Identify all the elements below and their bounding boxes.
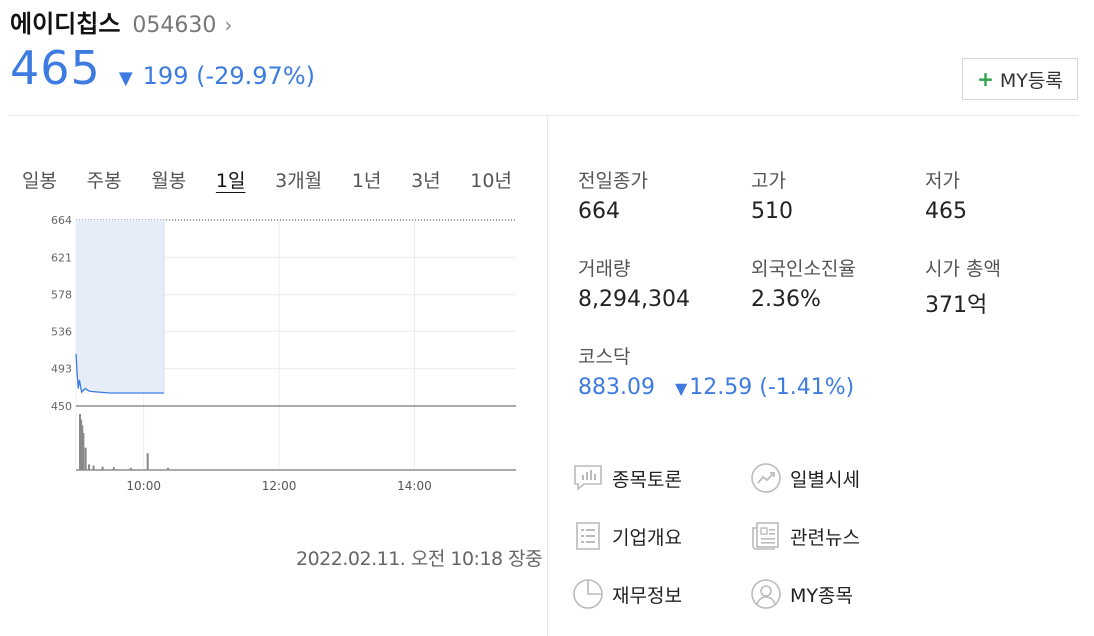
price-row: 465 ▼ 199 (-29.97%): [10, 41, 1078, 95]
y-tick-label: 664: [51, 214, 72, 227]
link-related-news[interactable]: 관련뉴스: [750, 520, 860, 552]
link-label: 종목토론: [612, 468, 682, 491]
stock-header: 에이디칩스 054630 › 465 ▼ 199 (-29.97%) + MY등…: [10, 4, 1078, 114]
stock-code: 054630: [132, 13, 217, 38]
intraday-chart[interactable]: 664 621 578 536 493 450 10:00 12:00 14:00: [40, 208, 530, 498]
link-discussion[interactable]: 종목토론: [572, 462, 682, 494]
stat-value: 664: [578, 199, 620, 224]
volume-bar: [129, 467, 132, 470]
timestamp: 2022.02.11. 오전 10:18 장중: [296, 548, 543, 570]
y-tick-label: 493: [51, 363, 72, 376]
stat-prev-close: 전일종가 664: [578, 166, 648, 224]
stat-label: 고가: [751, 170, 786, 192]
tab-10-years[interactable]: 10년: [470, 166, 512, 193]
stat-label: 저가: [925, 170, 960, 192]
y-tick-label: 621: [51, 251, 72, 264]
tab-weekly-candle[interactable]: 주봉: [87, 166, 122, 193]
volume-bar: [84, 447, 87, 470]
plus-icon: +: [977, 67, 994, 91]
down-arrow-icon: ▼: [118, 68, 133, 89]
list-document-icon: [572, 520, 604, 552]
volume-bar: [112, 467, 115, 470]
link-label: 일별시세: [790, 468, 860, 491]
volume-bar: [101, 466, 104, 470]
y-tick-label: 578: [51, 289, 72, 302]
intraday-chart-svg: 664 621 578 536 493 450 10:00 12:00 14:00: [51, 214, 516, 493]
pie-chart-icon: [572, 578, 604, 610]
link-label: 관련뉴스: [790, 526, 860, 549]
header-divider: [8, 115, 1078, 116]
stat-value: 2.36%: [751, 287, 821, 312]
stat-label: 거래량: [578, 258, 631, 280]
link-label: 기업개요: [612, 526, 682, 549]
stat-value: 371억: [925, 293, 988, 318]
user-icon: [750, 578, 782, 610]
link-company-overview[interactable]: 기업개요: [572, 520, 682, 552]
tab-1-day[interactable]: 1일: [216, 166, 246, 193]
stat-value: 510: [751, 199, 793, 224]
down-arrow-icon: ▼: [674, 379, 688, 398]
x-tick-label: 12:00: [262, 479, 297, 493]
x-tick-label: 10:00: [126, 479, 161, 493]
link-financial-info[interactable]: 재무정보: [572, 578, 682, 610]
stat-value: 465: [925, 199, 967, 224]
trend-up-icon: [750, 462, 782, 494]
tab-daily-candle[interactable]: 일봉: [22, 166, 57, 193]
stat-volume: 거래량 8,294,304: [578, 254, 690, 312]
price-area: [76, 220, 164, 393]
stat-label: 전일종가: [578, 170, 648, 192]
x-tick-label: 14:00: [397, 479, 432, 493]
period-tabs: 일봉 주봉 월봉 1일 3개월 1년 3년 10년: [22, 166, 512, 193]
stat-low: 저가 465: [925, 166, 967, 224]
y-tick-label: 536: [51, 325, 72, 338]
stock-name[interactable]: 에이디칩스: [10, 4, 120, 39]
add-my-stock-button[interactable]: + MY등록: [962, 58, 1078, 100]
title-row: 에이디칩스 054630 ›: [10, 4, 1078, 39]
volume-bar: [88, 464, 91, 470]
stat-label: 외국인소진율: [751, 258, 856, 280]
stat-label: 코스닥: [578, 346, 631, 368]
current-price: 465: [10, 41, 101, 95]
volume-bar: [82, 433, 85, 470]
column-divider: [547, 116, 548, 636]
y-tick-label: 450: [51, 400, 72, 413]
tab-monthly-candle[interactable]: 월봉: [151, 166, 186, 193]
tab-1-year[interactable]: 1년: [352, 166, 382, 193]
chevron-right-icon[interactable]: ›: [224, 13, 232, 37]
volume-bar: [92, 465, 95, 470]
stat-high: 고가 510: [751, 166, 793, 224]
chat-chart-icon: [572, 462, 604, 494]
stat-market-cap: 시가 총액 371억: [925, 254, 1001, 319]
volume-bar: [167, 467, 169, 470]
kosdaq-index-value: 883.09: [578, 375, 655, 400]
stat-foreign-ratio: 외국인소진율 2.36%: [751, 254, 856, 312]
tab-3-months[interactable]: 3개월: [275, 166, 322, 193]
stat-value: 8,294,304: [578, 287, 690, 312]
add-my-stock-label: MY등록: [999, 69, 1063, 92]
link-my-stocks[interactable]: MY종목: [750, 578, 853, 610]
newspaper-icon: [750, 520, 782, 552]
tab-3-years[interactable]: 3년: [411, 166, 441, 193]
link-label: MY종목: [790, 584, 853, 607]
link-daily-quotes[interactable]: 일별시세: [750, 462, 860, 494]
price-change: 199 (-29.97%): [142, 62, 315, 90]
stat-label: 시가 총액: [925, 258, 1001, 280]
kosdaq-value-row: 883.09 ▼ 12.59 (-1.41%): [578, 375, 854, 400]
volume-bar: [146, 453, 149, 470]
stat-kosdaq: 코스닥 883.09 ▼ 12.59 (-1.41%): [578, 342, 854, 400]
kosdaq-index-change: 12.59 (-1.41%): [689, 375, 855, 400]
link-label: 재무정보: [612, 584, 682, 607]
